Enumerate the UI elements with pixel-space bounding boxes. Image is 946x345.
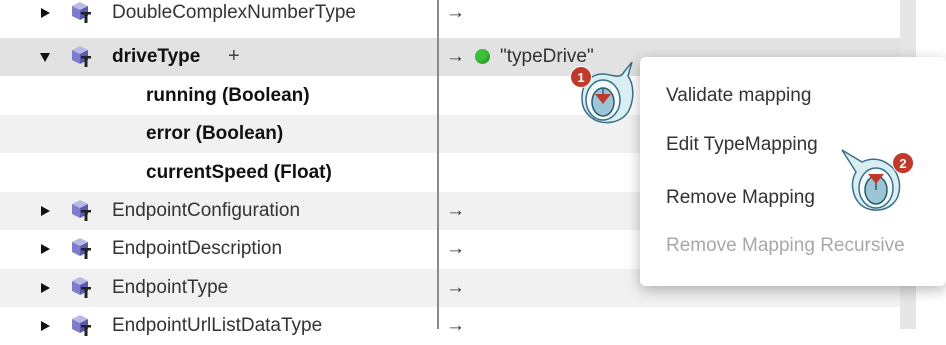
data-type-icon: [70, 1, 94, 24]
tree-row[interactable]: EndpointUrlListDataType →: [0, 307, 900, 345]
menu-item-remove-mapping[interactable]: Remove Mapping: [666, 187, 815, 209]
tree-row-label: EndpointDescription: [112, 237, 283, 259]
mapping-arrow: →: [446, 276, 465, 298]
tree-child-label: running (Boolean): [146, 84, 310, 106]
menu-item-remove-mapping-recursive: Remove Mapping Recursive: [666, 235, 905, 256]
expand-triangle-icon[interactable]: [38, 204, 52, 218]
data-type-icon: [70, 237, 94, 260]
mapping-arrow: →: [446, 314, 465, 336]
expand-triangle-icon[interactable]: [38, 281, 52, 295]
step-callout-2: 2: [840, 146, 920, 218]
tree-row-label: EndpointUrlListDataType: [112, 314, 323, 336]
mapping-arrow: →: [446, 1, 465, 23]
menu-item-validate-mapping[interactable]: Validate mapping: [666, 85, 811, 107]
collapse-triangle-icon[interactable]: [38, 50, 52, 64]
tree-child-label: currentSpeed (Float): [146, 161, 332, 183]
step-callout-1: 1: [568, 61, 644, 132]
step-number-badge: 1: [570, 66, 592, 88]
data-type-icon: [70, 45, 94, 68]
mapping-arrow: →: [446, 45, 465, 67]
mapping-arrow: →: [446, 237, 465, 259]
tree-row[interactable]: DoubleComplexNumberType →: [0, 0, 900, 32]
status-ok-icon: [475, 49, 490, 65]
tree-row-label: driveType: [112, 45, 201, 67]
tree-row-label: EndpointType: [112, 276, 229, 298]
menu-item-edit-typemapping[interactable]: Edit TypeMapping: [666, 134, 818, 156]
expand-triangle-icon[interactable]: [38, 242, 52, 256]
tree-child-label: error (Boolean): [146, 122, 284, 144]
tree-row-label: EndpointConfiguration: [112, 199, 301, 221]
expand-triangle-icon[interactable]: [38, 6, 52, 20]
expand-triangle-icon[interactable]: [38, 319, 52, 333]
data-type-icon: [70, 199, 94, 222]
tree-row-label: DoubleComplexNumberType: [112, 1, 356, 23]
data-type-icon: [70, 276, 94, 299]
mapping-arrow: →: [446, 199, 465, 221]
column-divider[interactable]: [437, 0, 439, 329]
add-member-button[interactable]: +: [228, 45, 240, 68]
step-number-badge: 2: [892, 152, 914, 174]
data-type-icon: [70, 314, 94, 337]
